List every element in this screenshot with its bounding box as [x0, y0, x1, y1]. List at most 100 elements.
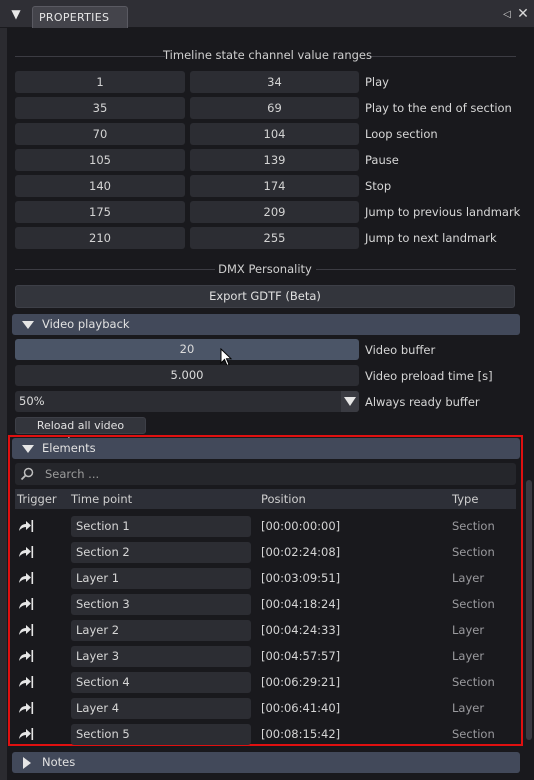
- column-trigger[interactable]: Trigger: [17, 489, 57, 509]
- table-row[interactable]: Layer 3 [00:04:57:57] Layer: [15, 646, 516, 667]
- column-time-point[interactable]: Time point: [71, 489, 132, 509]
- range-to-field[interactable]: 139: [190, 149, 359, 171]
- range-state-label: Jump to next landmark: [365, 231, 497, 245]
- time-point-field[interactable]: Layer 4: [71, 698, 251, 719]
- range-from-field[interactable]: 210: [15, 227, 185, 249]
- table-row[interactable]: Section 2 [00:02:24:08] Section: [15, 542, 516, 563]
- video-playback-label: Video playback: [42, 317, 130, 331]
- type-value: Section: [452, 597, 495, 611]
- trigger-jump-icon[interactable]: [18, 649, 34, 663]
- trigger-jump-icon[interactable]: [18, 727, 34, 741]
- elements-header[interactable]: Elements: [12, 438, 520, 459]
- notes-label: Notes: [42, 755, 76, 769]
- video-buffer-label: Video buffer: [365, 343, 436, 357]
- table-row[interactable]: Layer 1 [00:03:09:51] Layer: [15, 568, 516, 589]
- range-state-label: Stop: [365, 179, 392, 193]
- type-value: Layer: [452, 623, 485, 637]
- position-value: [00:04:18:24]: [261, 597, 341, 611]
- always-ready-select[interactable]: 50%: [15, 391, 359, 412]
- table-row[interactable]: Section 1 [00:00:00:00] Section: [15, 516, 516, 537]
- time-point-field[interactable]: Layer 1: [71, 568, 251, 589]
- video-preload-label: Video preload time [s]: [365, 369, 493, 383]
- collapse-arrow-icon: [22, 445, 34, 453]
- table-row[interactable]: Section 4 [00:06:29:21] Section: [15, 672, 516, 693]
- position-value: [00:04:57:57]: [261, 649, 341, 663]
- close-icon[interactable]: ✕: [516, 7, 530, 21]
- type-value: Section: [452, 675, 495, 689]
- type-value: Section: [452, 727, 495, 741]
- type-value: Layer: [452, 701, 485, 715]
- position-value: [00:03:09:51]: [261, 571, 341, 585]
- divider-right: [316, 269, 516, 270]
- trigger-jump-icon[interactable]: [18, 571, 34, 585]
- range-to-field[interactable]: 209: [190, 201, 359, 223]
- position-value: [00:08:15:42]: [261, 727, 341, 741]
- dmx-personality-title: DMX Personality: [218, 262, 312, 276]
- range-state-label: Pause: [365, 153, 399, 167]
- dropdown-chevron-icon[interactable]: [341, 391, 359, 412]
- time-point-field[interactable]: Section 2: [71, 542, 251, 563]
- range-from-field[interactable]: 35: [15, 97, 185, 119]
- pin-icon[interactable]: ◁: [500, 8, 514, 22]
- elements-scrollbar[interactable]: [526, 480, 532, 740]
- table-row[interactable]: Section 5 [00:08:15:42] Section: [15, 724, 516, 745]
- trigger-jump-icon[interactable]: [18, 623, 34, 637]
- position-value: [00:00:00:00]: [261, 519, 341, 533]
- position-value: [00:04:24:33]: [261, 623, 341, 637]
- table-row[interactable]: Layer 2 [00:04:24:33] Layer: [15, 620, 516, 641]
- type-value: Layer: [452, 571, 485, 585]
- video-preload-field[interactable]: 5.000: [15, 365, 359, 386]
- table-row[interactable]: Layer 4 [00:06:41:40] Layer: [15, 698, 516, 719]
- time-point-field[interactable]: Section 1: [71, 516, 251, 537]
- range-from-field[interactable]: 1: [15, 71, 185, 93]
- reload-video-players-button[interactable]: Reload all video players: [15, 417, 146, 447]
- table-row[interactable]: Section 3 [00:04:18:24] Section: [15, 594, 516, 615]
- range-from-field[interactable]: 175: [15, 201, 185, 223]
- notes-header[interactable]: Notes: [12, 752, 520, 773]
- range-state-label: Jump to previous landmark: [365, 205, 521, 219]
- always-ready-value: 50%: [19, 394, 45, 408]
- expand-arrow-icon: [23, 757, 31, 769]
- type-value: Section: [452, 519, 495, 533]
- divider-left: [15, 56, 165, 57]
- elements-search-input[interactable]: Search ...: [15, 463, 516, 485]
- column-position[interactable]: Position: [261, 489, 306, 509]
- search-icon: [20, 467, 34, 481]
- position-value: [00:06:29:21]: [261, 675, 341, 689]
- range-state-label: Play to the end of section: [365, 101, 512, 115]
- trigger-jump-icon[interactable]: [18, 701, 34, 715]
- range-from-field[interactable]: 105: [15, 149, 185, 171]
- range-to-field[interactable]: 34: [190, 71, 359, 93]
- range-to-field[interactable]: 174: [190, 175, 359, 197]
- column-type[interactable]: Type: [452, 489, 478, 509]
- elements-label: Elements: [42, 441, 96, 455]
- elements-table-header: Trigger Time point Position Type: [15, 489, 516, 509]
- time-point-field[interactable]: Section 3: [71, 594, 251, 615]
- panel-menu-icon[interactable]: ▼: [8, 6, 24, 22]
- range-to-field[interactable]: 104: [190, 123, 359, 145]
- divider-left: [15, 269, 215, 270]
- range-from-field[interactable]: 140: [15, 175, 185, 197]
- search-placeholder: Search ...: [45, 467, 100, 481]
- video-playback-header[interactable]: Video playback: [12, 314, 520, 335]
- range-from-field[interactable]: 70: [15, 123, 185, 145]
- time-point-field[interactable]: Section 5: [71, 724, 251, 745]
- range-state-label: Play: [365, 75, 389, 89]
- position-value: [00:02:24:08]: [261, 545, 341, 559]
- tab-properties[interactable]: PROPERTIES: [32, 6, 128, 28]
- trigger-jump-icon[interactable]: [18, 519, 34, 533]
- video-buffer-field[interactable]: 20: [15, 339, 359, 360]
- trigger-jump-icon[interactable]: [18, 545, 34, 559]
- panel-left-edge: [0, 28, 7, 780]
- collapse-arrow-icon: [22, 321, 34, 329]
- trigger-jump-icon[interactable]: [18, 675, 34, 689]
- range-to-field[interactable]: 255: [190, 227, 359, 249]
- time-point-field[interactable]: Layer 3: [71, 646, 251, 667]
- export-gdtf-button[interactable]: Export GDTF (Beta): [15, 285, 515, 308]
- divider-right: [370, 56, 516, 57]
- trigger-jump-icon[interactable]: [18, 597, 34, 611]
- time-point-field[interactable]: Layer 2: [71, 620, 251, 641]
- timeline-section-title: Timeline state channel value ranges: [163, 48, 372, 62]
- time-point-field[interactable]: Section 4: [71, 672, 251, 693]
- range-to-field[interactable]: 69: [190, 97, 359, 119]
